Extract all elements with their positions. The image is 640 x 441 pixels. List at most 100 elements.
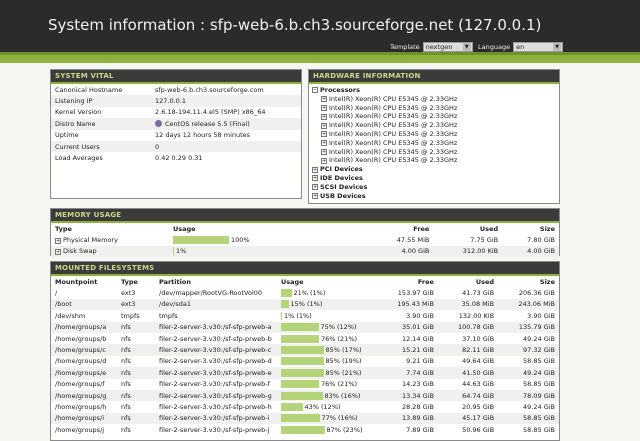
fs-type: nfs [121,357,131,366]
fs-used: 82.11 GiB [437,344,499,356]
fs-free: 9.21 GiB [406,357,434,366]
tree-node-cpu[interactable]: + Intel(R) Xeon(R) CPU E5345 @ 2.33GHz [312,95,556,104]
tree-node-cpu[interactable]: + Intel(R) Xeon(R) CPU E5345 @ 2.33GHz [312,130,556,139]
language-selector: Language en ▼ [478,41,564,52]
col-free[interactable]: Free [377,276,438,287]
memory-usage-cell: 1% [169,245,369,258]
chevron-down-icon: ▼ [553,42,562,51]
memory-type: Physical Memory [63,236,118,245]
tree-node-pci[interactable]: + PCI Devices [312,165,556,174]
tree-node-cpu[interactable]: + Intel(R) Xeon(R) CPU E5345 @ 2.33GHz [312,112,556,121]
col-mountpoint[interactable]: Mountpoint [51,276,117,287]
usage-bar [281,323,319,332]
expand-icon[interactable]: + [312,166,318,173]
fs-used: 64.74 GiB [437,389,499,402]
expand-icon[interactable]: + [321,122,327,129]
table-header-row[interactable]: Mountpoint Type Partition Usage Free Use… [51,276,559,287]
memory-usage-cell: 100% [169,234,369,245]
template-label: Template [390,42,420,51]
expand-icon[interactable]: + [321,148,327,155]
fs-usage-cell: 87% (23%) [277,424,377,435]
tree-node-processors[interactable]: − Processors [312,86,556,95]
tree-node-scsi[interactable]: + SCSI Devices [312,183,556,192]
expand-icon[interactable]: + [55,249,61,256]
table-row: /home/groups/f nfs filer-2-server-3.v30:/s… [51,379,559,390]
fs-size: 3.90 GiB [527,311,555,320]
collapse-icon[interactable]: − [312,87,318,94]
table-row: /home/groups/c nfs filer-2-server-3.v30:/s… [51,344,559,356]
table-row: /home/groups/e nfs filer-2-server-3.v30:/s… [51,367,559,379]
fs-size: 58.85 GiB [523,357,555,366]
usage-percent: 76% (21%) [321,380,358,389]
col-type[interactable]: Type [117,276,155,287]
expand-icon[interactable]: + [321,113,327,120]
fs-mountpoint: / [55,289,58,298]
fs-mountpoint: /home/groups/c [51,344,117,356]
group-label: IDE Devices [320,173,363,182]
vital-value: sfp-web-6.b.ch3.sourceforge.com [155,85,264,94]
expand-icon[interactable]: + [321,96,327,103]
expand-icon[interactable]: + [312,184,318,191]
expand-icon[interactable]: + [312,192,318,199]
tree-node-cpu[interactable]: + Intel(R) Xeon(R) CPU E5345 @ 2.33GHz [312,139,556,148]
fs-usage-cell: 43% (12%) [277,401,377,412]
fs-mountpoint: /home/groups/b [55,334,107,343]
col-used[interactable]: Used [438,276,498,287]
vital-key: Kernel Version [55,108,102,117]
vital-value: CentOS release 5.5 (Final) [151,118,301,130]
expand-icon[interactable]: + [321,157,327,164]
usage-bar [173,236,229,245]
table-row: /home/groups/a nfs filer-2-server-3.v30:/s… [51,321,559,333]
expand-icon[interactable]: + [321,131,327,138]
col-size[interactable]: Size [498,276,559,287]
system-vital-table: Canonical Hostname sfp-web-6.b.ch3.source… [51,84,301,164]
vital-key: Load Averages [55,154,103,163]
fs-size: 243.06 MiB [498,298,559,311]
vital-key: Canonical Hostname [55,85,123,94]
fs-free: 153.97 GiB [397,289,434,298]
fs-partition: filer-2-server-3.v30:/sf-sfp-prweb-j [159,425,270,434]
usage-bar [281,414,320,423]
tree-node-cpu[interactable]: + Intel(R) Xeon(R) CPU E5345 @ 2.33GHz [312,148,556,157]
vital-key: Distro Name [51,118,151,130]
fs-type: nfs [121,380,131,389]
table-row: Kernel Version 2.6.18-194.11.4.el5 (SMP) … [51,107,301,118]
fs-free: 3.90 GiB [406,311,434,320]
expand-icon[interactable]: + [321,140,327,147]
fs-used: 41.50 GiB [437,367,499,379]
language-select[interactable]: en ▼ [513,41,564,52]
fs-type: tmpfs [121,311,140,320]
usage-percent: 100% [231,236,250,245]
tree-node-ide[interactable]: + IDE Devices [312,174,556,183]
vital-value: 2.6.18-194.11.4.el5 (SMP) x86_64 [155,108,266,117]
col-free: Free [413,224,430,233]
vital-value: 127.0.0.1 [151,95,301,107]
language-label: Language [478,42,511,51]
table-row: Distro Name CentOS release 5.5 (Final) [51,118,301,130]
expand-icon[interactable]: + [321,104,327,111]
tree-node-cpu[interactable]: + Intel(R) Xeon(R) CPU E5345 @ 2.33GHz [312,121,556,130]
col-partition[interactable]: Partition [155,276,277,287]
tree-node-cpu[interactable]: + Intel(R) Xeon(R) CPU E5345 @ 2.33GHz [312,104,556,113]
template-value: nextgen [425,42,453,51]
cpu-label: Intel(R) Xeon(R) CPU E5345 @ 2.33GHz [329,138,458,147]
col-usage[interactable]: Usage [277,276,377,287]
col-used: Used [479,224,499,233]
usage-percent: 85% (17%) [325,346,362,355]
template-select[interactable]: nextgen ▼ [422,41,473,52]
fs-free: 35.01 GiB [377,321,438,333]
usage-percent: 1% [176,247,187,256]
fs-free: 28.28 GiB [401,402,434,411]
col-type: Type [55,224,72,233]
usage-percent: 85% (19%) [325,357,362,366]
usage-bar [281,300,289,309]
expand-icon[interactable]: + [312,175,318,182]
fs-free: 12.14 GiB [401,334,434,343]
expand-icon[interactable]: + [55,238,61,245]
usage-percent: 83% (16%) [324,391,361,400]
table-row: /dev/shm tmpfs tmpfs 1% (1%) 3.90 GiB 132.00 … [51,310,559,321]
table-row: + Physical Memory 100% 47.55 MiB 7.75 GiB 7.8… [51,234,559,245]
fs-partition: filer-2-server-3.v30:/sf-sfp-prweb-i [155,412,277,425]
tree-node-usb[interactable]: + USB Devices [312,192,556,201]
tree-node-cpu[interactable]: + Intel(R) Xeon(R) CPU E5345 @ 2.33GHz [312,156,556,165]
